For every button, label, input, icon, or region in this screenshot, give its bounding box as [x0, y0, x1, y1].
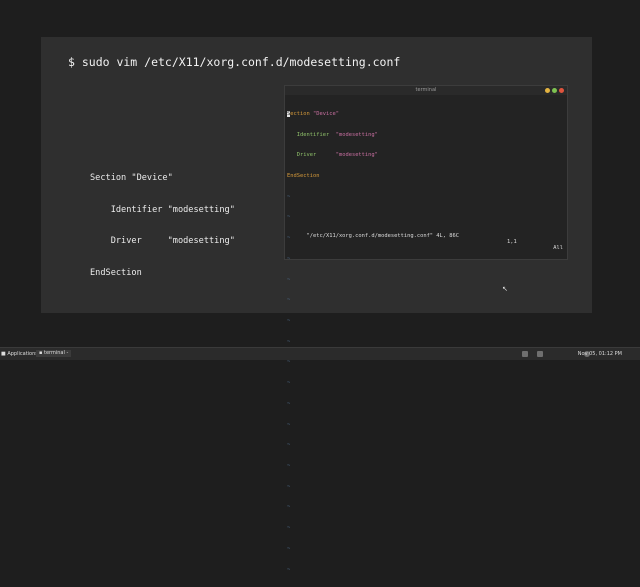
- vim-tilde: ~: [287, 421, 291, 428]
- vim-tilde: ~: [287, 483, 291, 490]
- vim-driver-value: "modesetting": [335, 152, 378, 159]
- taskbar-terminal-button[interactable]: ▪ terminal -: [36, 350, 72, 357]
- config-line: EndSection: [90, 267, 142, 278]
- vim-status-file: "/etc/X11/xorg.conf.d/modesetting.conf" …: [306, 233, 460, 239]
- terminal-title: terminal: [415, 87, 437, 93]
- vim-cursor: S: [287, 110, 291, 117]
- vim-section-name: "Device": [312, 110, 339, 117]
- vim-identifier-key: Identifier: [296, 131, 330, 138]
- vim-tilde: ~: [287, 193, 291, 200]
- maximize-button[interactable]: [552, 88, 557, 93]
- config-line: Section "Device": [90, 173, 173, 183]
- config-line: Driver "modesetting": [90, 236, 235, 246]
- vim-tilde: ~: [287, 276, 291, 283]
- minimize-button[interactable]: [545, 88, 550, 93]
- vim-tilde: ~: [287, 545, 291, 552]
- vim-driver-key: Driver: [296, 152, 317, 159]
- vim-tilde: ~: [287, 463, 291, 470]
- vim-buffer[interactable]: Section "Device" Identifier "modesetting…: [287, 97, 565, 587]
- close-button[interactable]: [559, 88, 564, 93]
- taskbar: ■ Applications ▪ terminal - Nov 05, 01:1…: [0, 347, 640, 360]
- vim-tilde: ~: [287, 442, 291, 449]
- vim-section-keyword: Section: [287, 110, 310, 117]
- vim-tilde: ~: [287, 525, 291, 532]
- clock[interactable]: Nov 05, 01:12 PM: [578, 351, 622, 357]
- applications-menu-button[interactable]: ■ Applications: [1, 351, 38, 357]
- mouse-cursor-icon: ↖: [502, 285, 508, 293]
- tray-icon[interactable]: [522, 351, 528, 357]
- vim-tilde: ~: [287, 566, 291, 573]
- vim-line: Identifier "modesetting": [287, 132, 565, 139]
- vim-endsection: EndSection: [287, 172, 320, 179]
- vim-status-position: 1,1: [507, 239, 517, 245]
- vim-tilde: ~: [287, 318, 291, 324]
- vim-statusline: "/etc/X11/xorg.conf.d/modesetting.conf" …: [287, 227, 565, 257]
- tray-icon[interactable]: [537, 351, 543, 357]
- taskbar-terminal-label: terminal -: [43, 350, 69, 356]
- vim-tilde: ~: [287, 400, 291, 407]
- config-snippet: Section "Device" Identifier "modesetting…: [90, 152, 235, 299]
- vim-tilde: ~: [287, 504, 291, 511]
- terminal-icon: ▪: [39, 350, 43, 356]
- applications-label: Applications: [7, 351, 38, 357]
- vim-line: Section "Device": [287, 110, 565, 118]
- config-line: Identifier "modesetting": [90, 204, 235, 215]
- vim-identifier-value: "modesetting": [335, 131, 378, 138]
- vim-status-scroll: All: [553, 245, 563, 251]
- vim-tilde: ~: [287, 297, 291, 304]
- presentation-slide: $ sudo vim /etc/X11/xorg.conf.d/modesett…: [41, 37, 592, 573]
- vim-tilde: ~: [287, 359, 291, 366]
- terminal-titlebar[interactable]: terminal: [285, 86, 567, 95]
- vim-tilde: ~: [287, 214, 291, 221]
- terminal-window[interactable]: terminal Section "Device" Identifier "mo…: [284, 85, 568, 573]
- command-text: $ sudo vim /etc/X11/xorg.conf.d/modesett…: [68, 55, 401, 69]
- vim-tilde: ~: [287, 338, 291, 345]
- vim-tilde: ~: [287, 380, 291, 387]
- vim-line: Driver "modesetting": [287, 152, 565, 159]
